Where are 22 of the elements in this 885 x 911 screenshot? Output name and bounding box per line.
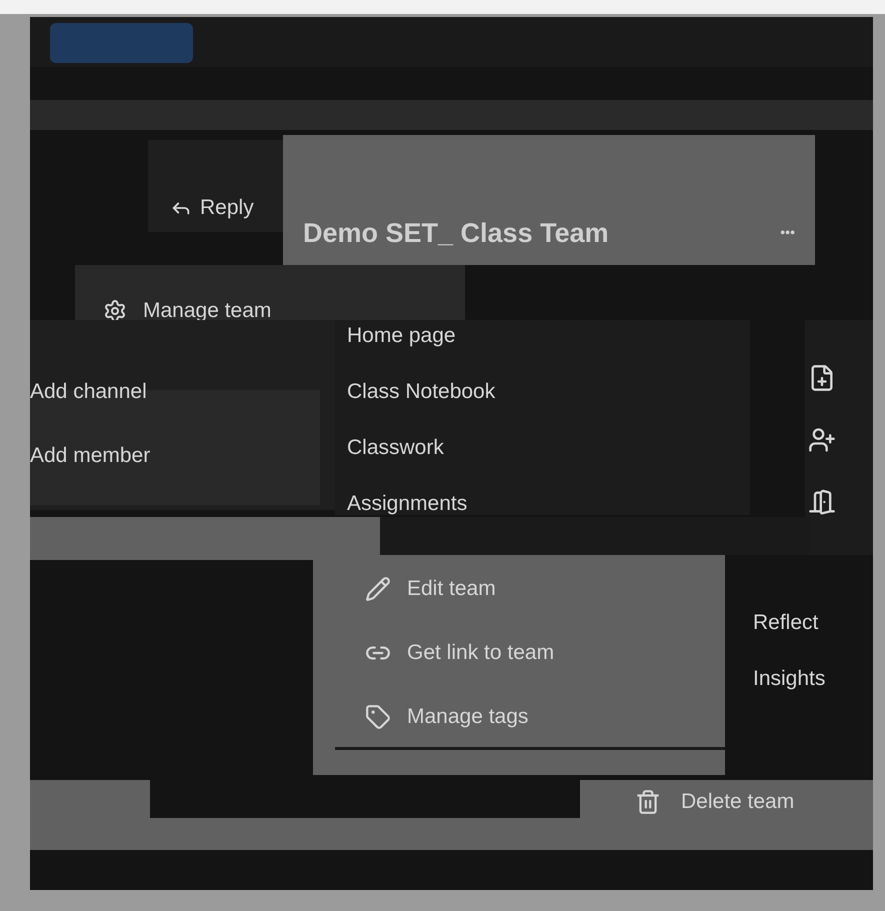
manage-team-item[interactable]: Manage team [103, 295, 272, 326]
more-button[interactable]: ••• [780, 222, 795, 244]
menu-item[interactable]: Get link to team [365, 621, 725, 685]
menu-item[interactable]: Insights [753, 651, 873, 707]
menu-item[interactable]: Classwork [347, 435, 444, 460]
tag-icon [365, 704, 391, 730]
menu-item[interactable]: Assignments [347, 491, 468, 516]
door-icon[interactable] [808, 488, 836, 516]
menu-item[interactable]: Manage tags [365, 685, 725, 749]
menu-item[interactable]: Add member [30, 424, 230, 488]
menu-item[interactable]: Add channel [30, 360, 230, 424]
menu-item[interactable]: Home page [347, 323, 456, 348]
team-title: Demo SET_ Class Team [303, 216, 609, 250]
reply-button[interactable]: Reply [170, 192, 254, 224]
delete-team-item[interactable]: Delete team [635, 786, 794, 818]
add-member-icon[interactable] [808, 426, 836, 454]
menu-item[interactable]: Class Notebook [347, 379, 496, 404]
trash-icon [635, 788, 661, 815]
settings-icon [103, 298, 127, 323]
pencil-icon [365, 576, 391, 602]
menu-item[interactable]: Edit team [365, 557, 725, 621]
menu-item[interactable]: Reflect [753, 595, 873, 651]
